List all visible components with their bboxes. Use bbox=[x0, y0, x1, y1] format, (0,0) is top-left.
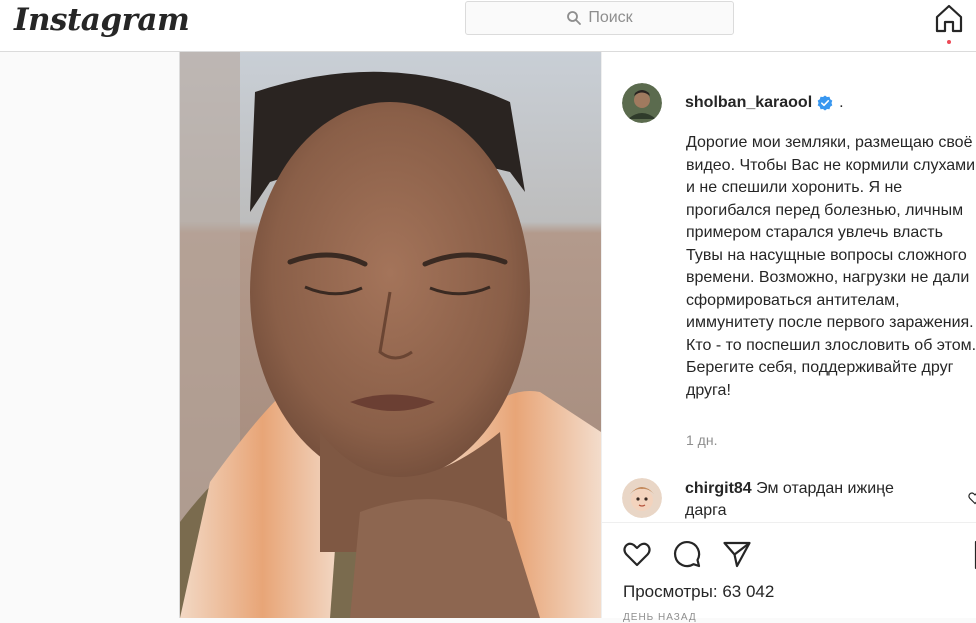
video-player[interactable] bbox=[180, 52, 601, 618]
views-label: Просмотры: bbox=[623, 582, 718, 601]
post-container: sholban_karaool . Дорогие мои земляки, р… bbox=[179, 52, 976, 623]
heart-icon[interactable] bbox=[622, 539, 652, 569]
section-divider bbox=[602, 522, 976, 523]
comments-list: chirgit84 Эм отардан ижиңе дарга bbox=[602, 472, 976, 522]
comment-username[interactable]: chirgit84 bbox=[685, 480, 752, 497]
search-input[interactable]: Поиск bbox=[465, 1, 734, 35]
search-icon bbox=[567, 11, 582, 25]
views-counter[interactable]: Просмотры: 63 042 bbox=[623, 582, 774, 602]
video-frame bbox=[180, 52, 601, 618]
post-action-bar bbox=[622, 539, 772, 569]
notification-dot bbox=[947, 40, 951, 44]
comment-body: chirgit84 Эм отардан ижиңе дарга bbox=[685, 478, 935, 522]
author-username[interactable]: sholban_karaool bbox=[685, 94, 812, 112]
post-caption: Дорогие мои земляки, размещаю своё видео… bbox=[686, 134, 976, 399]
verified-badge-icon bbox=[817, 95, 833, 111]
post-time[interactable]: 1 дн. bbox=[686, 432, 717, 448]
share-icon[interactable] bbox=[722, 539, 752, 569]
author-avatar[interactable] bbox=[622, 83, 662, 123]
instagram-logo[interactable]: Instagram bbox=[14, 2, 190, 38]
home-icon[interactable] bbox=[934, 3, 964, 33]
search-placeholder: Поиск bbox=[588, 9, 633, 26]
post-author-header: sholban_karaool . bbox=[622, 83, 844, 123]
header-separator: . bbox=[839, 94, 844, 111]
comment-like-heart-icon[interactable] bbox=[968, 491, 976, 505]
post-sidebar: sholban_karaool . Дорогие мои земляки, р… bbox=[601, 52, 976, 623]
comment-icon[interactable] bbox=[672, 539, 702, 569]
views-count: 63 042 bbox=[722, 582, 775, 601]
commenter-avatar[interactable] bbox=[622, 478, 662, 518]
top-navigation-bar: Instagram Поиск bbox=[0, 0, 976, 52]
comment-item: chirgit84 Эм отардан ижиңе дарга bbox=[622, 478, 935, 522]
